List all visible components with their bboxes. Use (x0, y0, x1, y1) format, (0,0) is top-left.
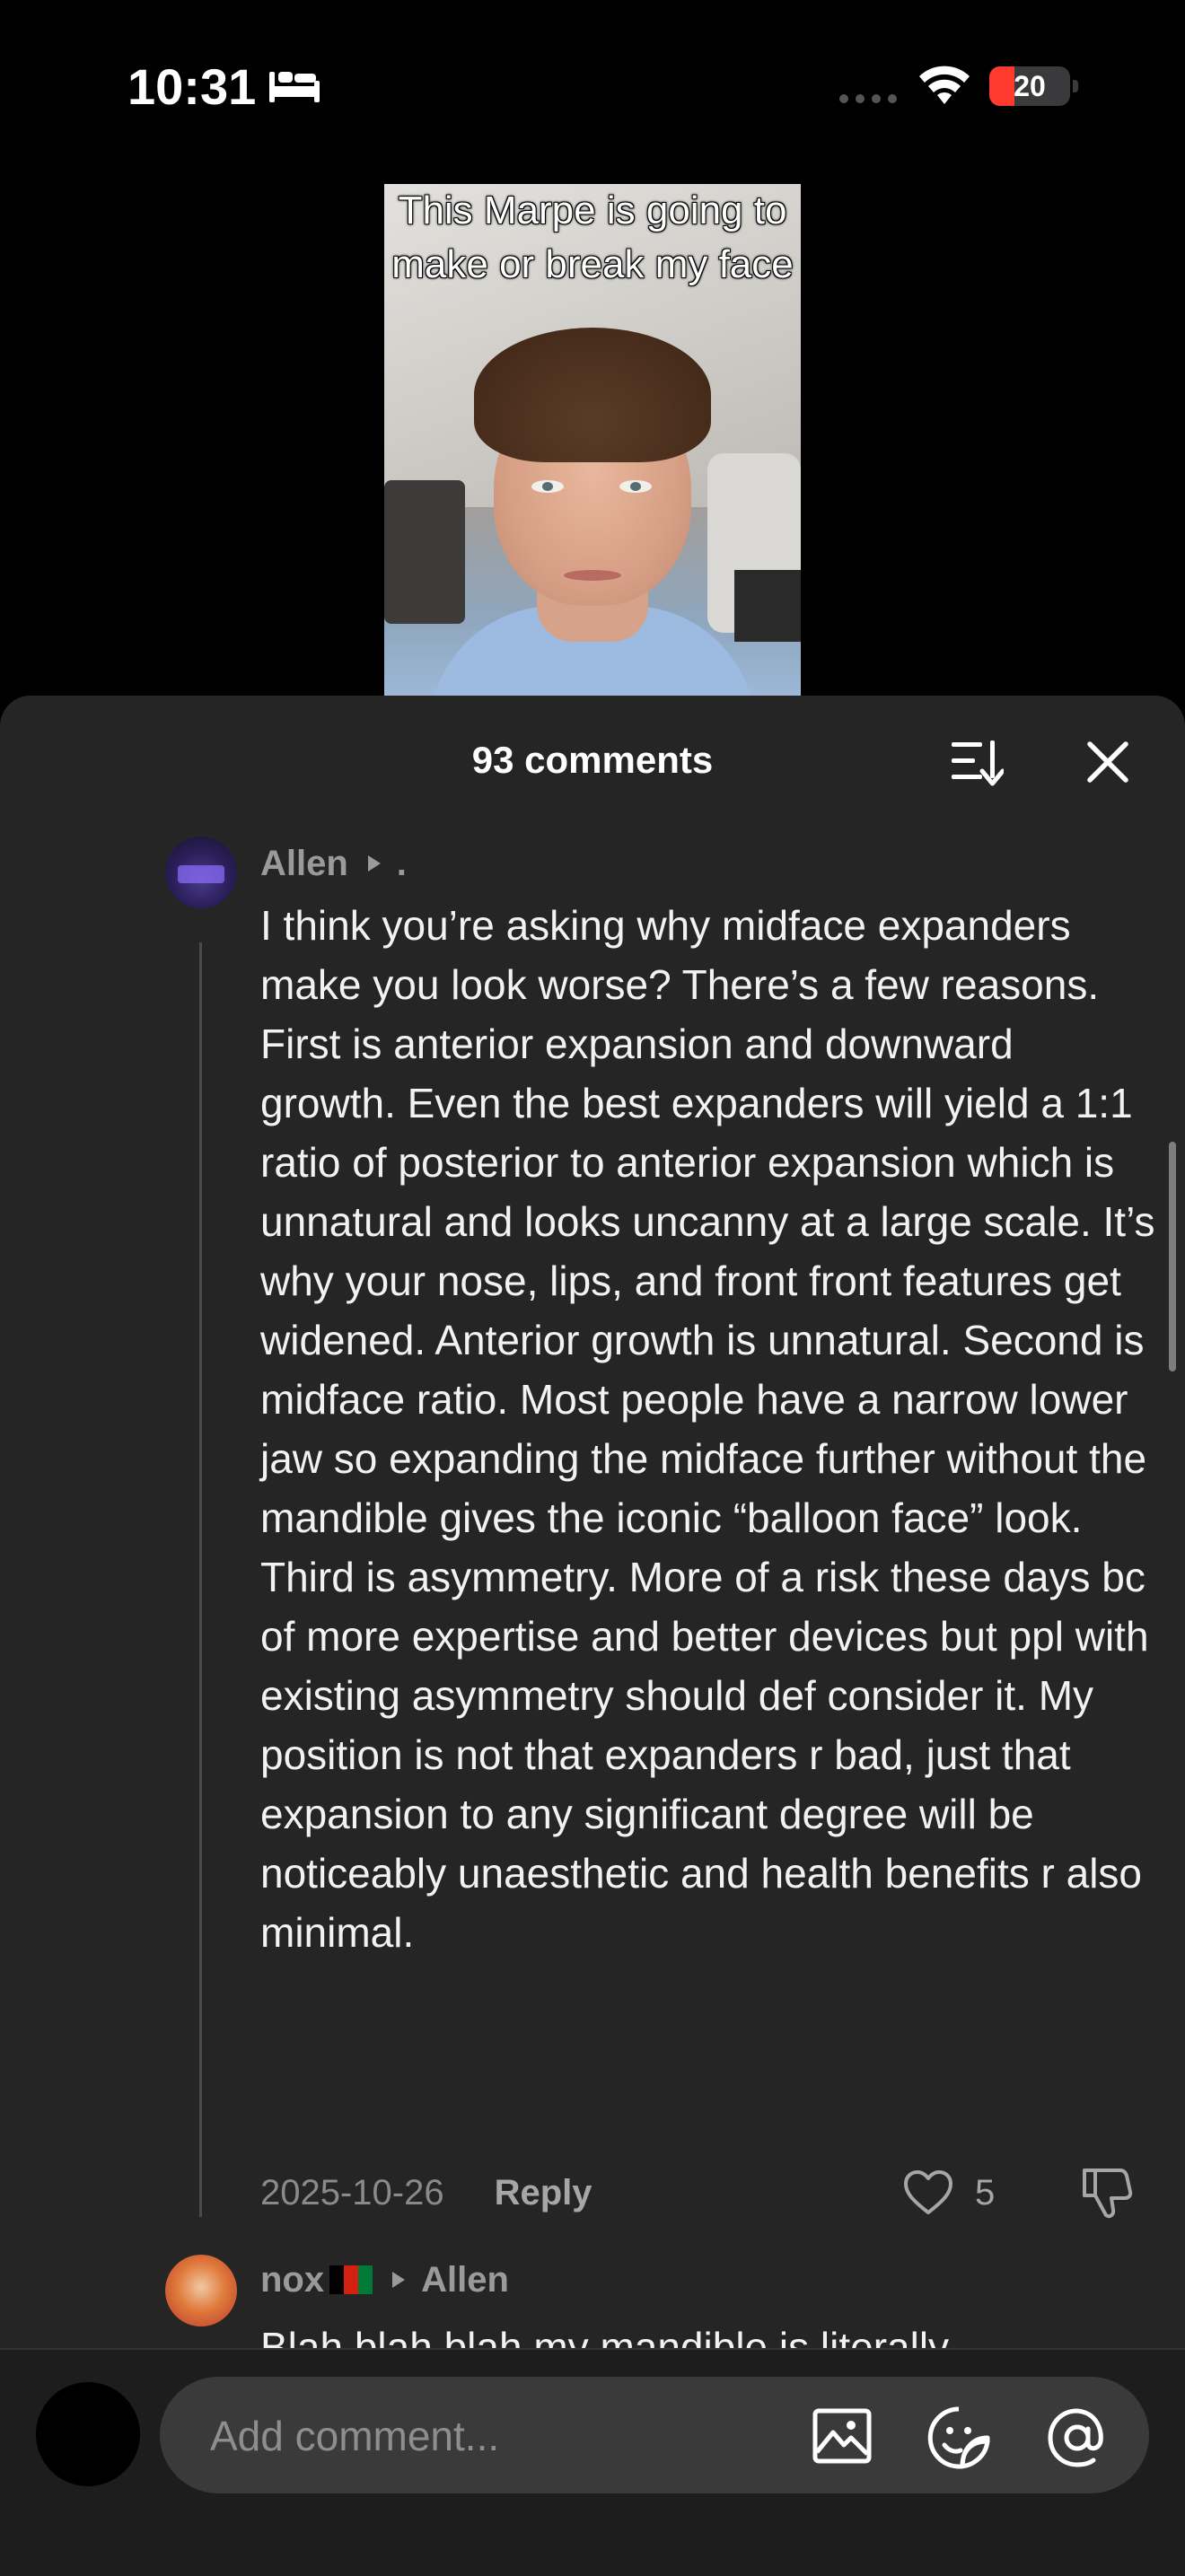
video-caption: This Marpe is going to make or break my … (391, 188, 794, 286)
sticker-icon[interactable] (926, 2405, 991, 2470)
sort-icon[interactable] (950, 737, 1004, 787)
wifi-icon (919, 66, 970, 104)
my-avatar[interactable] (36, 2382, 140, 2486)
close-icon[interactable] (1084, 739, 1131, 785)
thread-line (199, 942, 202, 2217)
bed-icon (269, 72, 320, 102)
like-button[interactable]: 5 (903, 2163, 995, 2222)
reply-header: nox Allen (260, 2255, 509, 2305)
reply-to-username[interactable]: Allen (421, 2260, 509, 2300)
comments-count-title: 93 comments (471, 739, 714, 781)
comment-input-placeholder[interactable]: Add comment... (210, 2411, 499, 2461)
afghanistan-flag-icon (329, 2265, 373, 2294)
battery-icon: 20 (989, 66, 1079, 106)
comment-header: Allen . (260, 838, 407, 889)
avatar-nox[interactable] (165, 2255, 237, 2326)
image-icon[interactable] (812, 2405, 873, 2466)
status-time: 10:31 (127, 58, 257, 115)
video-thumbnail[interactable]: This Marpe is going to make or break my … (384, 184, 801, 696)
like-count: 5 (975, 2172, 996, 2212)
comment-username[interactable]: Allen (260, 844, 348, 884)
comment-meta: 2025-10-26 Reply (260, 2163, 592, 2222)
caret-right-icon (367, 855, 381, 872)
reply-button[interactable]: Reply (495, 2173, 592, 2213)
battery-level: 20 (1014, 70, 1046, 102)
caret-right-icon (392, 2272, 406, 2288)
scrollbar[interactable] (1169, 1142, 1176, 1371)
comment-body: I think you’re asking why midface expand… (260, 902, 1155, 1956)
at-icon[interactable] (1045, 2405, 1110, 2470)
comment-username-suffix: . (396, 843, 407, 883)
dislike-icon[interactable] (1081, 2165, 1133, 2219)
heart-icon (904, 2170, 952, 2214)
reply-username[interactable]: nox (260, 2260, 324, 2300)
signal-dots-icon (839, 94, 897, 103)
avatar-allen[interactable] (165, 837, 237, 908)
comment-date: 2025-10-26 (260, 2172, 444, 2212)
status-bar: 10:31 20 (0, 0, 1185, 171)
